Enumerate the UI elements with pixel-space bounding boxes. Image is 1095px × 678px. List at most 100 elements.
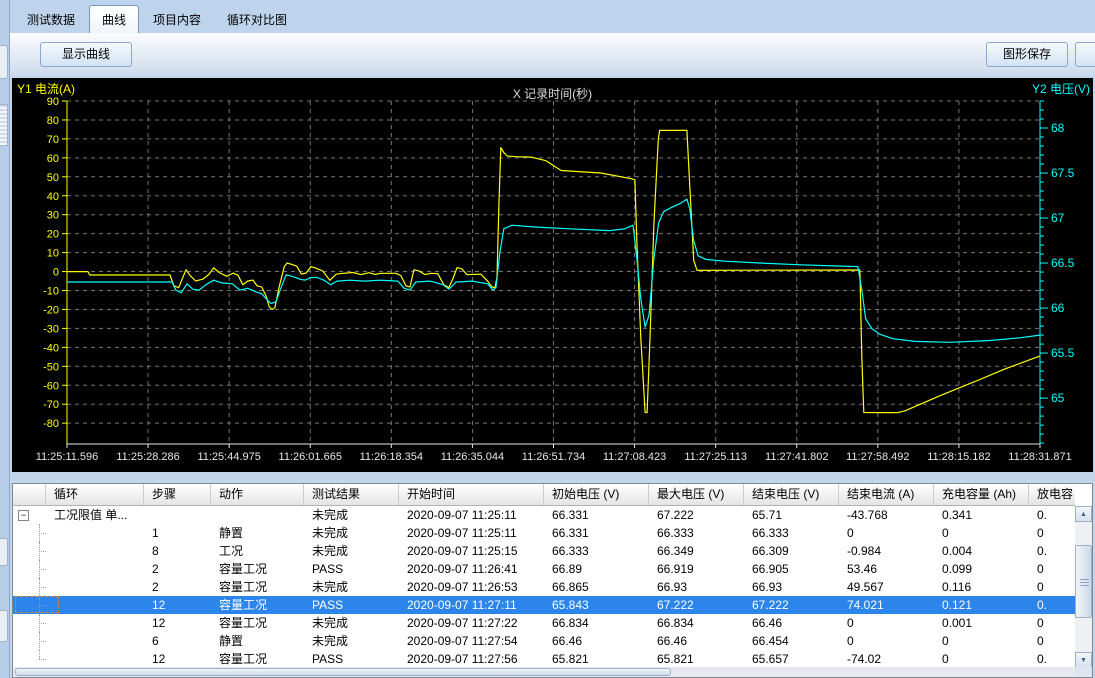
cell-end-voltage: 66.46 <box>744 614 839 632</box>
cell-step: 12 <box>144 596 211 614</box>
tree-branch <box>39 551 46 552</box>
cell-discharge-capacity: 0. <box>1029 542 1075 560</box>
vertical-scrollbar-thumb[interactable] <box>1075 545 1092 618</box>
column-header[interactable]: 结束电压 (V) <box>744 484 839 506</box>
table-body: −工况限值 单...未完成2020-09-07 11:25:1166.33167… <box>13 506 1075 668</box>
column-header[interactable]: 循环 <box>46 484 144 506</box>
background-window-scrollbar-fragment <box>0 104 8 146</box>
horizontal-scrollbar[interactable] <box>13 667 1075 677</box>
table-row[interactable]: 2容量工况未完成2020-09-07 11:26:5366.86566.9366… <box>13 578 1075 596</box>
cell-start-time: 2020-09-07 11:25:15 <box>399 542 544 560</box>
y1-axis-tick-label: -40 <box>43 342 59 354</box>
cell-end-current: -0.984 <box>839 542 934 560</box>
cell-end-current: 49.567 <box>839 578 934 596</box>
toolbar: 显示曲线 图形保存 曲 <box>10 33 1095 76</box>
tree-gutter: − <box>13 506 46 524</box>
y1-axis-tick-label: 70 <box>47 134 59 146</box>
cell-step: 12 <box>144 614 211 632</box>
column-header[interactable]: 放电容 <box>1029 484 1075 506</box>
cell-start-time: 2020-09-07 11:27:11 <box>399 596 544 614</box>
tree-gutter <box>13 524 46 542</box>
table-row[interactable]: 1静置未完成2020-09-07 11:25:1166.33166.33366.… <box>13 524 1075 542</box>
x-axis-tick-label: 11:26:35.044 <box>441 451 504 463</box>
cell-cycle <box>46 560 144 578</box>
truncated-button[interactable]: 曲 <box>1075 42 1095 67</box>
cell-start-time: 2020-09-07 11:26:41 <box>399 560 544 578</box>
cell-discharge-capacity: 0 <box>1029 614 1075 632</box>
cell-start-time: 2020-09-07 11:27:56 <box>399 650 544 668</box>
tab-curve[interactable]: 曲线 <box>89 5 139 33</box>
cell-initial-voltage: 66.331 <box>544 524 649 542</box>
table-row[interactable]: 6静置未完成2020-09-07 11:27:5466.4666.4666.45… <box>13 632 1075 650</box>
y1-axis-tick-label: 10 <box>47 248 59 260</box>
horizontal-scrollbar-thumb[interactable] <box>15 668 671 676</box>
cell-action: 容量工况 <box>211 614 304 632</box>
cell-discharge-capacity: 0 <box>1029 524 1075 542</box>
cell-result: 未完成 <box>304 524 399 542</box>
cell-start-time: 2020-09-07 11:27:22 <box>399 614 544 632</box>
y1-axis-tick-label: 40 <box>47 191 59 203</box>
table-row[interactable]: 12容量工况PASS2020-09-07 11:27:5665.82165.82… <box>13 650 1075 668</box>
cell-charge-capacity: 0 <box>934 632 1029 650</box>
table-row[interactable]: 12容量工况未完成2020-09-07 11:27:2266.83466.834… <box>13 614 1075 632</box>
cell-initial-voltage: 66.865 <box>544 578 649 596</box>
curve-chart: Y1 电流(A) X 记录时间(秒) Y2 电压(V) 11:25:11.596… <box>12 78 1093 472</box>
cell-end-current: 0 <box>839 632 934 650</box>
table-row[interactable]: 8工况未完成2020-09-07 11:25:1566.33366.34966.… <box>13 542 1075 560</box>
column-header[interactable]: 最大电压 (V) <box>649 484 744 506</box>
cell-step: 6 <box>144 632 211 650</box>
table-row[interactable]: 2容量工况PASS2020-09-07 11:26:4166.8966.9196… <box>13 560 1075 578</box>
cell-cycle <box>46 578 144 596</box>
scroll-down-button[interactable]: ▼ <box>1075 652 1092 668</box>
save-graphic-button[interactable]: 图形保存 <box>986 42 1068 67</box>
tab-test-data[interactable]: 测试数据 <box>15 7 87 33</box>
column-header[interactable]: 测试结果 <box>304 484 399 506</box>
cell-initial-voltage: 65.821 <box>544 650 649 668</box>
cell-result: 未完成 <box>304 542 399 560</box>
cell-initial-voltage: 66.834 <box>544 614 649 632</box>
scrollbar-corner <box>1075 667 1092 677</box>
vertical-scrollbar[interactable]: ▲ ▼ <box>1075 506 1092 668</box>
background-window-fragment <box>0 45 8 79</box>
cell-step: 8 <box>144 542 211 560</box>
column-header[interactable]: 结束电流 (A) <box>839 484 934 506</box>
cell-max-voltage: 66.834 <box>649 614 744 632</box>
tree-gutter <box>13 578 46 596</box>
x-axis-tick-label: 11:25:44.975 <box>197 451 260 463</box>
column-header-gutter[interactable] <box>13 484 46 506</box>
cell-step: 2 <box>144 560 211 578</box>
focus-rectangle <box>15 596 59 613</box>
table-row[interactable]: −工况限值 单...未完成2020-09-07 11:25:1166.33167… <box>13 506 1075 524</box>
x-axis-tick-label: 11:27:58.492 <box>846 451 909 463</box>
cell-action: 工况 <box>211 542 304 560</box>
cell-result: 未完成 <box>304 578 399 596</box>
y1-axis-tick-label: -20 <box>43 304 59 316</box>
scroll-up-button[interactable]: ▲ <box>1075 506 1092 522</box>
tab-cycle-comparison[interactable]: 循环对比图 <box>215 7 299 33</box>
tab-project-content[interactable]: 项目内容 <box>141 7 213 33</box>
tree-line <box>39 650 40 659</box>
y1-axis-tick-label: -50 <box>43 361 59 373</box>
cell-step <box>144 506 211 524</box>
cell-result: 未完成 <box>304 614 399 632</box>
collapse-expander-icon[interactable]: − <box>18 510 29 521</box>
column-header[interactable]: 充电容量 (Ah) <box>934 484 1029 506</box>
cell-start-time: 2020-09-07 11:26:53 <box>399 578 544 596</box>
y1-axis-tick-label: 0 <box>53 267 59 279</box>
cell-discharge-capacity: 0. <box>1029 506 1075 524</box>
column-header[interactable]: 开始时间 <box>399 484 544 506</box>
cell-start-time: 2020-09-07 11:25:11 <box>399 506 544 524</box>
cell-discharge-capacity: 0 <box>1029 632 1075 650</box>
y2-axis-tick-label: 65 <box>1051 391 1065 405</box>
cell-step: 2 <box>144 578 211 596</box>
cell-cycle <box>46 542 144 560</box>
x-axis-tick-label: 11:25:28.286 <box>116 451 179 463</box>
column-header[interactable]: 动作 <box>211 484 304 506</box>
column-header[interactable]: 步骤 <box>144 484 211 506</box>
show-curve-button[interactable]: 显示曲线 <box>40 42 132 67</box>
y2-axis-tick-label: 68 <box>1051 121 1065 135</box>
cell-initial-voltage: 66.46 <box>544 632 649 650</box>
table-row[interactable]: 12容量工况PASS2020-09-07 11:27:1165.84367.22… <box>13 596 1075 614</box>
column-header[interactable]: 初始电压 (V) <box>544 484 649 506</box>
y1-axis-tick-label: 20 <box>47 229 59 241</box>
